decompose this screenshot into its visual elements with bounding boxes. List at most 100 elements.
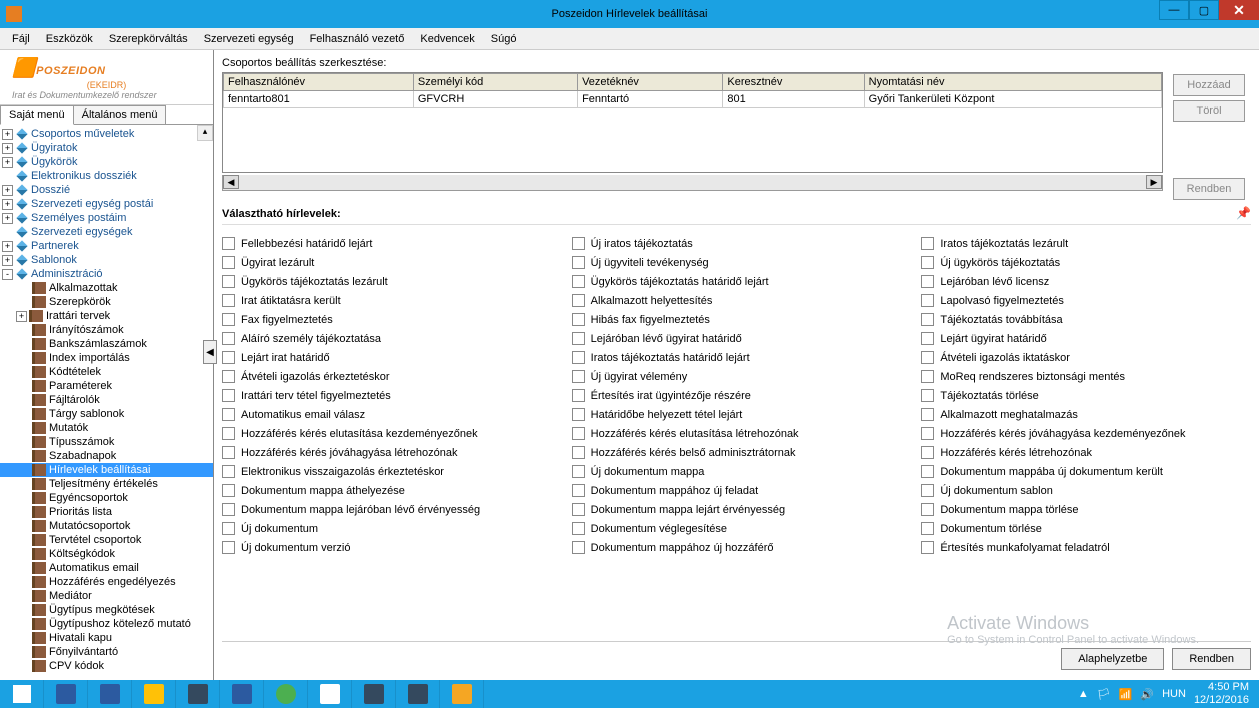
checkbox-icon[interactable] bbox=[921, 313, 934, 326]
tree-item-child[interactable]: Egyéncsoportok bbox=[0, 491, 213, 505]
tree-item[interactable]: +Ügyiratok bbox=[0, 141, 213, 155]
checkbox-icon[interactable] bbox=[222, 465, 235, 478]
tree-item-child[interactable]: Hivatali kapu bbox=[0, 631, 213, 645]
newsletter-checkbox[interactable]: Tájékoztatás továbbítása bbox=[921, 313, 1251, 326]
newsletter-checkbox[interactable]: Aláíró személy tájékoztatása bbox=[222, 332, 552, 345]
checkbox-icon[interactable] bbox=[222, 275, 235, 288]
tree-expand-icon[interactable]: + bbox=[2, 255, 13, 266]
newsletter-checkbox[interactable]: Új ügykörös tájékoztatás bbox=[921, 256, 1251, 269]
checkbox-icon[interactable] bbox=[222, 313, 235, 326]
menu-file[interactable]: Fájl bbox=[4, 30, 38, 48]
checkbox-icon[interactable] bbox=[921, 256, 934, 269]
newsletter-checkbox[interactable]: Dokumentum mappa áthelyezése bbox=[222, 484, 552, 497]
task-app3[interactable] bbox=[264, 680, 308, 708]
tree-item-child[interactable]: Ügytípus megkötések bbox=[0, 603, 213, 617]
checkbox-icon[interactable] bbox=[572, 294, 585, 307]
checkbox-icon[interactable] bbox=[572, 332, 585, 345]
checkbox-icon[interactable] bbox=[572, 484, 585, 497]
start-button[interactable] bbox=[0, 680, 44, 708]
table-header[interactable]: Nyomtatási név bbox=[864, 74, 1161, 91]
tree-expand-icon[interactable]: + bbox=[2, 157, 13, 168]
checkbox-icon[interactable] bbox=[222, 389, 235, 402]
tree-item-child[interactable]: Hozzáférés engedélyezés bbox=[0, 575, 213, 589]
tree-item-child[interactable]: Főnyilvántartó bbox=[0, 645, 213, 659]
checkbox-icon[interactable] bbox=[572, 522, 585, 535]
checkbox-icon[interactable] bbox=[921, 503, 934, 516]
tree-item[interactable]: +Ügykörök bbox=[0, 155, 213, 169]
newsletter-checkbox[interactable]: Alkalmazott helyettesítés bbox=[572, 294, 902, 307]
tree-item-child[interactable]: Kódtételek bbox=[0, 365, 213, 379]
tree-expand-icon[interactable]: + bbox=[16, 311, 27, 322]
newsletter-checkbox[interactable]: Iratos tájékoztatás határidő lejárt bbox=[572, 351, 902, 364]
newsletter-checkbox[interactable]: Irattári terv tétel figyelmeztetés bbox=[222, 389, 552, 402]
tree-item[interactable]: +Személyes postáim bbox=[0, 211, 213, 225]
newsletter-checkbox[interactable]: Lejáróban lévő ügyirat határidő bbox=[572, 332, 902, 345]
tree-item-child[interactable]: Mutatócsoportok bbox=[0, 519, 213, 533]
newsletter-checkbox[interactable]: Alkalmazott meghatalmazás bbox=[921, 408, 1251, 421]
newsletter-checkbox[interactable]: Elektronikus visszaigazolás érkeztetésko… bbox=[222, 465, 552, 478]
menu-favorites[interactable]: Kedvencek bbox=[412, 30, 482, 48]
checkbox-icon[interactable] bbox=[572, 370, 585, 383]
newsletter-checkbox[interactable]: Új dokumentum bbox=[222, 522, 552, 535]
checkbox-icon[interactable] bbox=[222, 237, 235, 250]
tree-item-child[interactable]: Típusszámok bbox=[0, 435, 213, 449]
tree-item-child[interactable]: CPV kódok bbox=[0, 659, 213, 673]
tray-language[interactable]: HUN bbox=[1162, 688, 1186, 700]
task-app5[interactable] bbox=[352, 680, 396, 708]
newsletter-checkbox[interactable]: Értesítés irat ügyintézője részére bbox=[572, 389, 902, 402]
task-explorer[interactable] bbox=[44, 680, 88, 708]
newsletter-checkbox[interactable]: Iratos tájékoztatás lezárult bbox=[921, 237, 1251, 250]
checkbox-icon[interactable] bbox=[572, 541, 585, 554]
menu-rolechange[interactable]: Szerepkörváltás bbox=[101, 30, 196, 48]
table-header[interactable]: Felhasználónév bbox=[224, 74, 414, 91]
tree-item-child[interactable]: Paraméterek bbox=[0, 379, 213, 393]
tree-item-child[interactable]: Index importálás bbox=[0, 351, 213, 365]
tab-own-menu[interactable]: Saját menü bbox=[0, 105, 74, 125]
newsletter-checkbox[interactable]: Fax figyelmeztetés bbox=[222, 313, 552, 326]
checkbox-icon[interactable] bbox=[572, 256, 585, 269]
tree-item-child[interactable]: Alkalmazottak bbox=[0, 281, 213, 295]
table-header[interactable]: Vezetéknév bbox=[578, 74, 723, 91]
newsletter-checkbox[interactable]: Határidőbe helyezett tétel lejárt bbox=[572, 408, 902, 421]
checkbox-icon[interactable] bbox=[222, 256, 235, 269]
checkbox-icon[interactable] bbox=[222, 427, 235, 440]
newsletter-checkbox[interactable]: Új ügyirat vélemény bbox=[572, 370, 902, 383]
checkbox-icon[interactable] bbox=[222, 332, 235, 345]
tree-item-child[interactable]: Szerepkörök bbox=[0, 295, 213, 309]
maximize-button[interactable]: ▢ bbox=[1189, 0, 1219, 20]
checkbox-icon[interactable] bbox=[572, 503, 585, 516]
checkbox-icon[interactable] bbox=[921, 427, 934, 440]
tree-expand-icon[interactable]: + bbox=[2, 199, 13, 210]
tree-item[interactable]: +Dosszié bbox=[0, 183, 213, 197]
tray-icon-sound[interactable]: 🔊 bbox=[1140, 688, 1154, 701]
newsletter-checkbox[interactable]: Dokumentum mappába új dokumentum került bbox=[921, 465, 1251, 478]
checkbox-icon[interactable] bbox=[572, 465, 585, 478]
tree-item-child[interactable]: Mediátor bbox=[0, 589, 213, 603]
newsletter-checkbox[interactable]: Hozzáférés kérés jóváhagyása létrehozóna… bbox=[222, 446, 552, 459]
tree-expand-icon[interactable]: + bbox=[2, 213, 13, 224]
ok-button-bottom[interactable]: Rendben bbox=[1172, 648, 1251, 670]
tree-item-child[interactable]: Költségkódok bbox=[0, 547, 213, 561]
newsletter-checkbox[interactable]: Dokumentum mappa törlése bbox=[921, 503, 1251, 516]
newsletter-checkbox[interactable]: Lejárt ügyirat határidő bbox=[921, 332, 1251, 345]
table-row[interactable]: fenntarto801GFVCRHFenntartó801Győri Tank… bbox=[224, 91, 1162, 108]
checkbox-icon[interactable] bbox=[572, 446, 585, 459]
newsletter-checkbox[interactable]: Lapolvasó figyelmeztetés bbox=[921, 294, 1251, 307]
scroll-right-button[interactable]: ▶ bbox=[1146, 175, 1162, 189]
checkbox-icon[interactable] bbox=[572, 237, 585, 250]
tree-item-child[interactable]: Ügytípushoz kötelező mutató bbox=[0, 617, 213, 631]
newsletter-checkbox[interactable]: Új ügyviteli tevékenység bbox=[572, 256, 902, 269]
newsletter-checkbox[interactable]: Hozzáférés kérés elutasítása létrehozóna… bbox=[572, 427, 902, 440]
checkbox-icon[interactable] bbox=[222, 503, 235, 516]
newsletter-checkbox[interactable]: Ügykörös tájékoztatás határidő lejárt bbox=[572, 275, 902, 288]
menu-userleader[interactable]: Felhasználó vezető bbox=[302, 30, 413, 48]
newsletter-checkbox[interactable]: Tájékoztatás törlése bbox=[921, 389, 1251, 402]
newsletter-checkbox[interactable]: Új iratos tájékoztatás bbox=[572, 237, 902, 250]
delete-button[interactable]: Töröl bbox=[1173, 100, 1245, 122]
task-poszeidon[interactable] bbox=[440, 680, 484, 708]
newsletter-checkbox[interactable]: Új dokumentum verzió bbox=[222, 541, 552, 554]
table-hscroll[interactable]: ◀ ▶ bbox=[222, 175, 1163, 191]
checkbox-icon[interactable] bbox=[921, 275, 934, 288]
tree-expand-icon[interactable]: + bbox=[2, 185, 13, 196]
reset-button[interactable]: Alaphelyzetbe bbox=[1061, 648, 1164, 670]
